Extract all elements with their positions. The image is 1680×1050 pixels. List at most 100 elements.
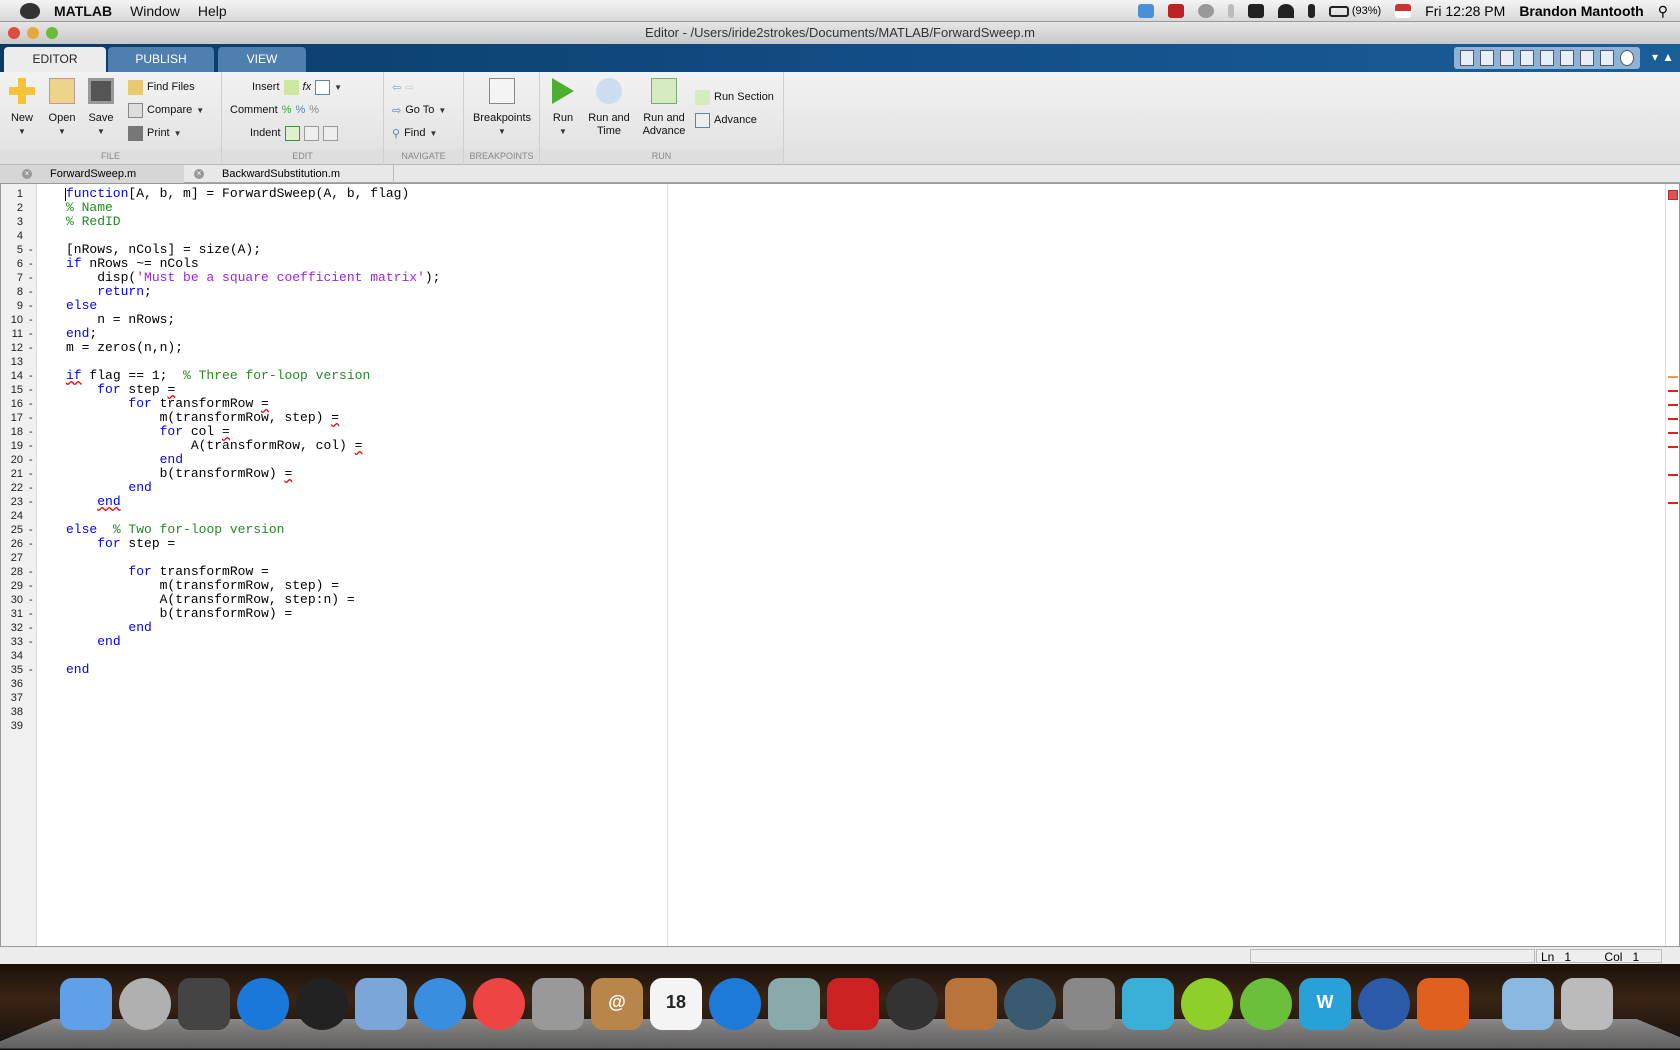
breakpoint-marker[interactable]: - xyxy=(29,411,33,425)
warning-marker[interactable] xyxy=(1668,502,1678,504)
breakpoint-marker[interactable]: - xyxy=(29,313,33,327)
find-button[interactable]: ⚲ Find ▼ xyxy=(392,124,437,142)
bluetooth-icon[interactable] xyxy=(1227,4,1234,18)
breakpoint-marker[interactable]: - xyxy=(29,481,33,495)
dock-photo-booth-icon[interactable] xyxy=(827,978,879,1030)
tab-editor[interactable]: EDITOR xyxy=(4,47,106,72)
undo-icon[interactable] xyxy=(1560,50,1574,66)
collapse-icon[interactable]: ▾ xyxy=(1652,50,1658,64)
print-button[interactable]: Print ▼ xyxy=(128,124,182,142)
breakpoint-marker[interactable]: - xyxy=(29,579,33,593)
run-and-time-button[interactable]: Run and Time xyxy=(584,78,634,138)
comment-icon[interactable]: % xyxy=(282,104,292,116)
warning-marker[interactable] xyxy=(1668,376,1678,378)
cut-icon[interactable] xyxy=(1500,50,1514,66)
warning-marker[interactable] xyxy=(1668,474,1678,476)
fx-icon[interactable]: fx xyxy=(303,81,312,93)
help-icon[interactable] xyxy=(1620,50,1634,66)
dock-finder-icon[interactable] xyxy=(60,978,112,1030)
close-window-button[interactable] xyxy=(8,27,20,39)
error-indicator-icon[interactable] xyxy=(1668,190,1678,200)
breakpoint-marker[interactable]: - xyxy=(29,243,33,257)
dock-word-icon[interactable]: W xyxy=(1299,978,1351,1030)
dock-dashboard-icon[interactable] xyxy=(296,978,348,1030)
dock-launchpad-icon[interactable] xyxy=(119,978,171,1030)
new-file-icon[interactable] xyxy=(1460,50,1474,66)
mcafee-icon[interactable] xyxy=(1167,4,1184,18)
dock-system-preferences-icon[interactable] xyxy=(1063,978,1115,1030)
copy-icon[interactable] xyxy=(1520,50,1534,66)
tab-publish[interactable]: PUBLISH xyxy=(108,47,214,72)
minimize-window-button[interactable] xyxy=(27,27,39,39)
breakpoints-button[interactable]: Breakpoints ▼ xyxy=(468,78,536,138)
dock-garageband-icon[interactable] xyxy=(945,978,997,1030)
dropbox-icon[interactable] xyxy=(1137,4,1154,18)
back-arrow-icon[interactable]: ⇦ xyxy=(392,81,401,94)
close-tab-icon[interactable]: × xyxy=(194,169,204,179)
breakpoint-marker[interactable]: - xyxy=(29,593,33,607)
dock-time-machine-icon[interactable] xyxy=(1004,978,1056,1030)
battery-status[interactable]: (93%) xyxy=(1328,5,1381,17)
warning-marker[interactable] xyxy=(1668,404,1678,406)
undock-icon[interactable]: ▲ xyxy=(1662,50,1674,64)
wrap-comments-icon[interactable]: % xyxy=(309,104,319,116)
dock-contacts-icon[interactable]: @ xyxy=(591,978,643,1030)
paste-icon[interactable] xyxy=(1540,50,1554,66)
tab-view[interactable]: VIEW xyxy=(218,47,306,72)
find-files-button[interactable]: Find Files xyxy=(128,78,195,96)
breakpoint-marker[interactable]: - xyxy=(29,621,33,635)
breakpoint-marker[interactable]: - xyxy=(29,397,33,411)
display-icon[interactable] xyxy=(1247,4,1264,18)
compare-button[interactable]: Compare ▼ xyxy=(128,101,204,119)
file-tab-forwardsweep[interactable]: × ForwardSweep.m xyxy=(0,165,184,183)
file-tab-backwardsubstitution[interactable]: × BackwardSubstitution.m xyxy=(172,165,394,183)
dock-itunes-icon[interactable] xyxy=(709,978,761,1030)
redo-icon[interactable] xyxy=(1580,50,1594,66)
menu-matlab[interactable]: MATLAB xyxy=(54,3,112,19)
open-button[interactable]: Open ▼ xyxy=(44,78,80,138)
advance-button[interactable]: Advance xyxy=(695,111,757,129)
decrease-indent-icon[interactable] xyxy=(322,125,338,141)
dock-iphoto-icon[interactable] xyxy=(768,978,820,1030)
dock-documents-icon[interactable] xyxy=(1502,978,1554,1030)
dock-chrome-icon[interactable] xyxy=(473,978,525,1030)
breakpoint-marker[interactable]: - xyxy=(29,425,33,439)
breakpoint-marker[interactable]: - xyxy=(29,523,33,537)
breakpoint-marker[interactable]: - xyxy=(29,453,33,467)
flag-icon[interactable] xyxy=(1395,4,1412,18)
dock-utorrent-icon[interactable] xyxy=(1240,978,1292,1030)
dock-trash-icon[interactable] xyxy=(1561,978,1613,1030)
breakpoint-marker[interactable]: - xyxy=(29,663,33,677)
run-and-advance-button[interactable]: Run and Advance xyxy=(638,78,690,138)
menu-window[interactable]: Window xyxy=(130,3,180,19)
breakpoint-marker[interactable]: - xyxy=(29,635,33,649)
indent-button[interactable]: Indent xyxy=(250,124,338,142)
code-editor[interactable]: 1 function[A, b, m] = ForwardSweep(A, b, … xyxy=(0,183,1680,947)
breakpoint-marker[interactable]: - xyxy=(29,383,33,397)
smart-indent-icon[interactable] xyxy=(284,125,300,141)
breakpoint-marker[interactable]: - xyxy=(29,285,33,299)
warning-marker[interactable] xyxy=(1668,390,1678,392)
dock-mission-control-icon[interactable] xyxy=(178,978,230,1030)
save-icon[interactable] xyxy=(1480,50,1494,66)
warning-marker[interactable] xyxy=(1668,446,1678,448)
apple-icon[interactable] xyxy=(20,2,40,19)
uncomment-icon[interactable]: % xyxy=(295,104,305,116)
dock-quicktime-icon[interactable] xyxy=(1358,978,1410,1030)
insert-button[interactable]: Insert fx ▼ xyxy=(252,78,342,96)
warning-marker[interactable] xyxy=(1668,418,1678,420)
dock-spotify-icon[interactable] xyxy=(1181,978,1233,1030)
close-tab-icon[interactable]: × xyxy=(22,169,32,179)
save-button[interactable]: Save ▼ xyxy=(84,78,118,138)
dock-app-store-icon[interactable] xyxy=(237,978,289,1030)
new-button[interactable]: New ▼ xyxy=(6,78,38,138)
run-section-button[interactable]: Run Section xyxy=(695,88,774,106)
warning-marker[interactable] xyxy=(1668,432,1678,434)
menu-help[interactable]: Help xyxy=(198,3,227,19)
breakpoint-marker[interactable]: - xyxy=(29,607,33,621)
clock[interactable]: Fri 12:28 PM xyxy=(1425,3,1505,19)
breakpoint-marker[interactable]: - xyxy=(29,327,33,341)
breakpoint-marker[interactable]: - xyxy=(29,271,33,285)
breakpoint-marker[interactable]: - xyxy=(29,341,33,355)
breakpoint-marker[interactable]: - xyxy=(29,537,33,551)
